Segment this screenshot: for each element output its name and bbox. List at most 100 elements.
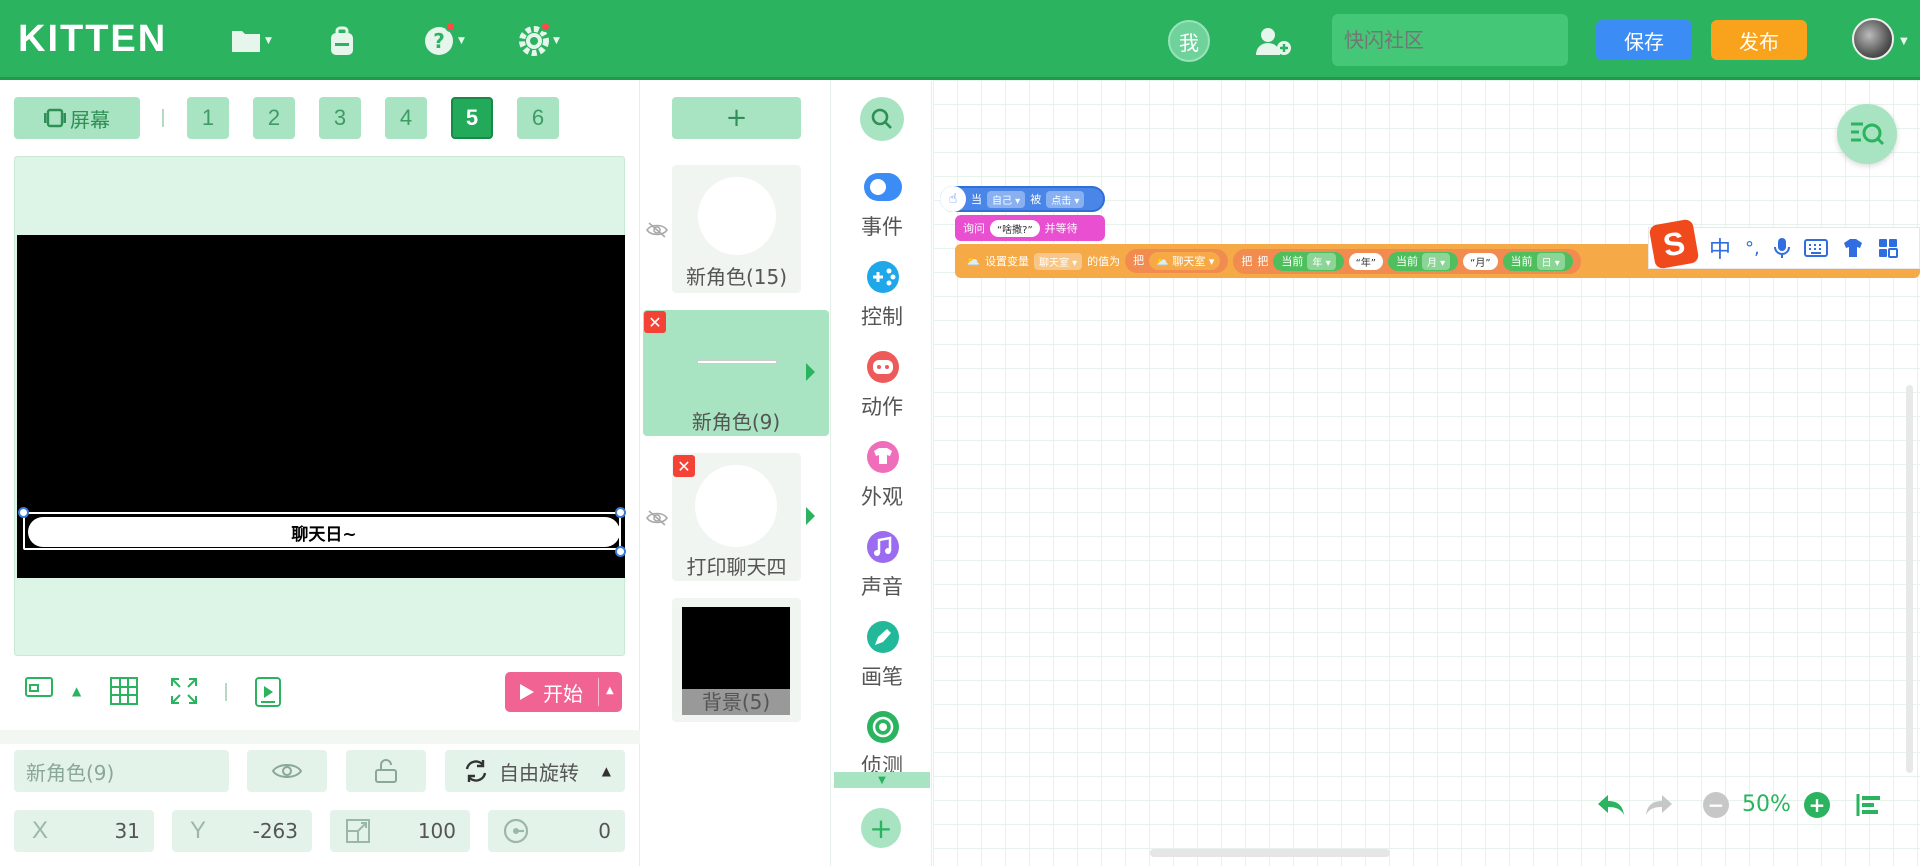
join-block[interactable]: 把 ⛅ 聊天室 ▾	[1125, 249, 1229, 273]
question-input[interactable]: “啥撒?”	[990, 219, 1040, 237]
variable-dropdown[interactable]: 聊天室 ▾	[1033, 252, 1083, 270]
file-menu[interactable]: ▼	[230, 24, 272, 58]
sound-category-icon[interactable]	[862, 530, 904, 564]
expand-arrow-icon[interactable]	[806, 507, 815, 525]
sprite-name-field[interactable]: 新角色(9)	[14, 750, 229, 792]
me-button[interactable]: 我	[1168, 20, 1210, 62]
control-category-icon[interactable]	[862, 260, 904, 294]
add-extension-button[interactable]: +	[861, 808, 901, 848]
vertical-scrollbar[interactable]	[1906, 385, 1913, 773]
sprite-card[interactable]: 新角色(15)	[672, 165, 801, 293]
hidden-eye-icon[interactable]	[646, 510, 668, 530]
hidden-eye-icon[interactable]	[646, 222, 668, 242]
year-dropdown[interactable]: 年 ▾	[1307, 252, 1336, 270]
backpack-icon	[331, 26, 353, 55]
scene-tab-2[interactable]: 2	[253, 97, 295, 139]
resize-handle[interactable]	[18, 507, 29, 518]
size-value: 100	[417, 819, 456, 843]
block-search-button[interactable]	[860, 97, 904, 141]
backpack-button[interactable]	[326, 24, 358, 58]
save-button[interactable]: 保存	[1596, 20, 1692, 60]
screen-icon	[44, 108, 66, 128]
day-dropdown[interactable]: 日 ▾	[1536, 252, 1565, 270]
skin-icon[interactable]	[1842, 238, 1864, 258]
publish-button[interactable]: 发布	[1711, 20, 1807, 60]
scene-tab-5[interactable]: 5	[451, 97, 493, 139]
events-category-icon[interactable]	[862, 170, 904, 204]
add-collaborator-button[interactable]	[1254, 24, 1294, 58]
ask-and-wait-block[interactable]: 询问 “啥撒?” 并等待	[955, 215, 1105, 241]
settings-menu[interactable]: ▼	[518, 21, 560, 58]
resize-handle[interactable]	[615, 546, 626, 557]
chevron-up-icon[interactable]: ▲	[72, 684, 81, 698]
start-button[interactable]: 开始 ▲	[505, 672, 622, 712]
chevron-up-icon[interactable]: ▲	[606, 685, 614, 696]
help-menu[interactable]: ? ▼	[423, 21, 465, 58]
preview-button[interactable]	[255, 677, 281, 707]
scene-tab-1[interactable]: 1	[187, 97, 229, 139]
ime-punctuation-toggle[interactable]: °,	[1745, 238, 1760, 259]
close-icon[interactable]: ✕	[673, 455, 695, 477]
current-year-block[interactable]: 当前年 ▾	[1273, 251, 1344, 271]
visibility-toggle[interactable]	[247, 750, 327, 792]
x-position-field[interactable]: X 31	[14, 810, 154, 852]
lock-toggle[interactable]	[346, 750, 426, 792]
target-dropdown[interactable]: 自己 ▾	[987, 190, 1026, 208]
redo-button[interactable]	[1644, 793, 1674, 817]
pen-category-icon[interactable]	[862, 620, 904, 654]
current-day-block[interactable]: 当前日 ▾	[1502, 251, 1573, 271]
avatar[interactable]	[1852, 18, 1894, 60]
keyboard-icon[interactable]	[1803, 239, 1828, 257]
block-text: 把	[1241, 255, 1253, 268]
category-looks[interactable]: 外观	[832, 481, 932, 511]
y-position-field[interactable]: Y -263	[172, 810, 312, 852]
variable-ref-block[interactable]: ⛅ 聊天室 ▾	[1149, 252, 1221, 270]
fullscreen-button[interactable]	[170, 677, 198, 705]
category-pen[interactable]: 画笔	[832, 661, 932, 691]
scene-tab-4[interactable]: 4	[385, 97, 427, 139]
category-scroll-down[interactable]: ▼	[834, 772, 930, 788]
action-dropdown[interactable]: 点击 ▾	[1046, 190, 1085, 208]
sensing-category-icon[interactable]	[862, 710, 904, 744]
screen-button[interactable]: 屏幕	[14, 97, 140, 139]
join-block[interactable]: 把 把 当前年 ▾ “年” 当前月 ▾ “月” 当前日 ▾	[1233, 248, 1581, 274]
category-sound[interactable]: 声音	[832, 571, 932, 601]
sprite-card-selected[interactable]: 新角色(9)	[643, 310, 829, 436]
direction-field[interactable]: 0	[488, 810, 625, 852]
block-search-magnifier-button[interactable]	[1837, 104, 1897, 164]
rotation-mode-select[interactable]: 自由旋转 ▲	[445, 750, 625, 792]
direction-value: 0	[598, 819, 611, 843]
horizontal-scrollbar[interactable]	[1150, 849, 1390, 857]
category-sensing[interactable]: 侦测	[832, 750, 932, 772]
community-search-input[interactable]	[1332, 14, 1568, 66]
zoom-out-button[interactable]: −	[1703, 792, 1729, 818]
zoom-in-button[interactable]: +	[1804, 792, 1830, 818]
chat-title-sprite[interactable]: 聊天日~	[28, 517, 620, 547]
add-sprite-button[interactable]: +	[672, 97, 801, 139]
looks-category-icon[interactable]	[862, 440, 904, 474]
stage-size-button[interactable]	[25, 677, 53, 697]
size-field[interactable]: 100	[330, 810, 470, 852]
ime-language-toggle[interactable]: 中	[1709, 232, 1731, 264]
undo-button[interactable]	[1596, 793, 1626, 817]
toolbox-icon[interactable]	[1878, 238, 1898, 258]
category-motion[interactable]: 动作	[832, 391, 932, 421]
microphone-icon[interactable]	[1773, 237, 1790, 259]
current-month-block[interactable]: 当前月 ▾	[1387, 251, 1459, 271]
scene-tab-3[interactable]: 3	[319, 97, 361, 139]
category-control[interactable]: 控制	[832, 301, 932, 331]
text-literal[interactable]: “年”	[1348, 252, 1383, 270]
expand-arrow-icon[interactable]	[806, 363, 815, 381]
resize-handle[interactable]	[615, 507, 626, 518]
when-clicked-block[interactable]: ☝ 当 自己 ▾ 被 点击 ▾	[940, 186, 1105, 212]
arrange-blocks-button[interactable]	[1856, 793, 1882, 817]
motion-category-icon[interactable]	[862, 350, 904, 384]
text-literal[interactable]: “月”	[1463, 252, 1498, 270]
close-icon[interactable]: ✕	[644, 311, 666, 333]
grid-toggle-button[interactable]	[110, 677, 138, 705]
scene-tab-6[interactable]: 6	[517, 97, 559, 139]
background-card[interactable]: 背景(5)	[672, 598, 801, 722]
month-dropdown[interactable]: 月 ▾	[1421, 252, 1451, 270]
sogou-ime-logo[interactable]: S	[1648, 218, 1700, 270]
category-events[interactable]: 事件	[832, 211, 932, 241]
